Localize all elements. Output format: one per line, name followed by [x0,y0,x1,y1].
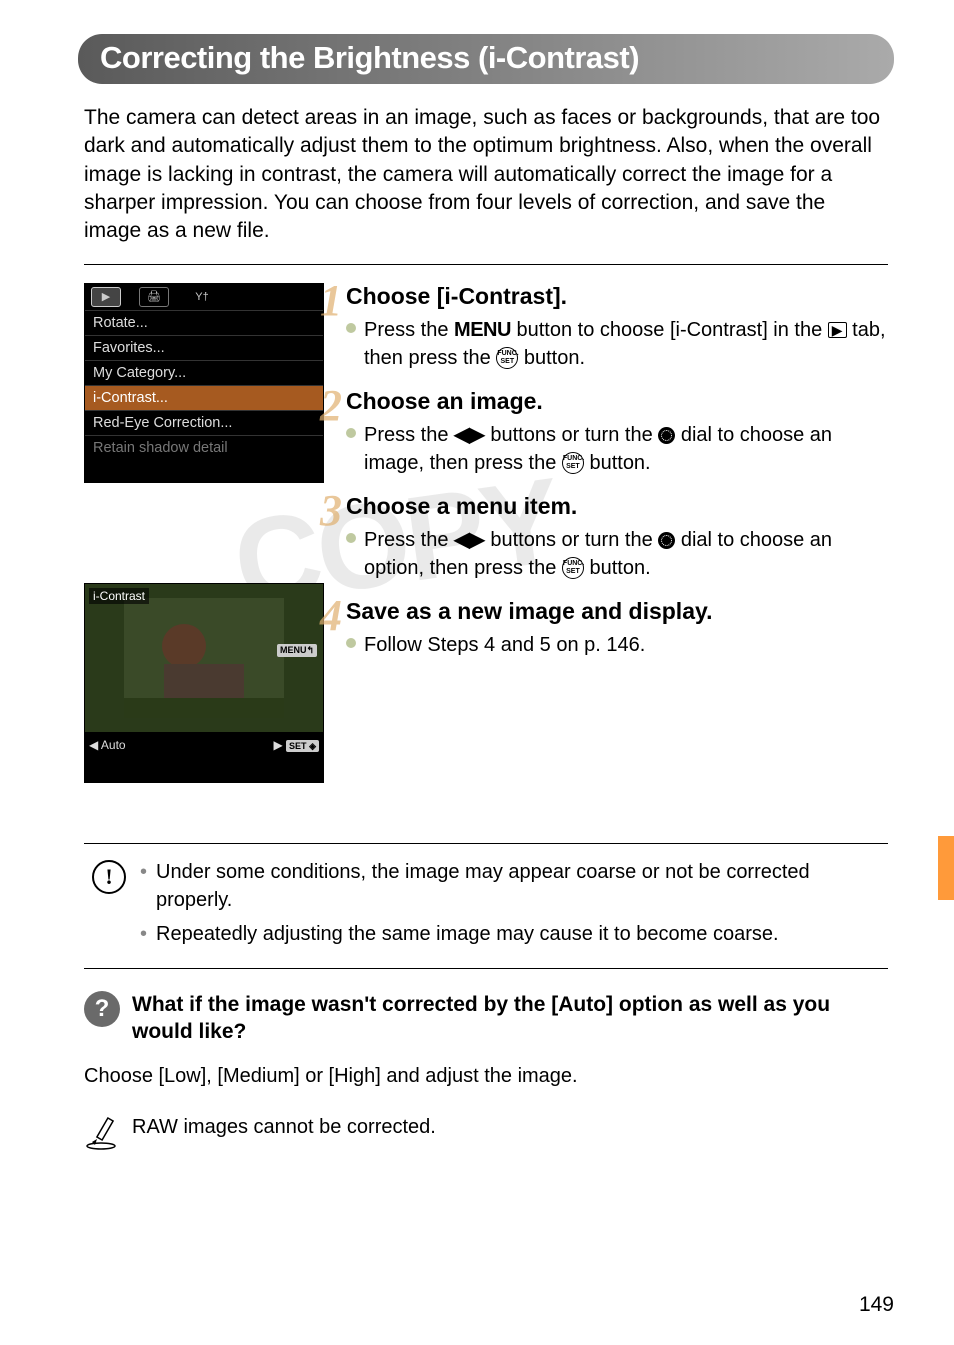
ss1-tab-setup: Y† [187,287,217,307]
control-dial-icon [658,532,675,549]
tip-question: What if the image wasn't corrected by th… [132,991,888,1046]
ss1-tabs: ▶ 🖨 Y† [85,284,323,310]
step-2: 2 Choose an image. Press the ◀▶ buttons … [346,388,894,477]
step-1-number: 1 [320,275,342,326]
ss2-tag: i-Contrast [89,588,149,604]
warning-list: Under some conditions, the image may app… [140,858,880,954]
bullet-icon [346,638,356,648]
step-3-number: 3 [320,485,342,536]
page-title: Correcting the Brightness (i-Contrast) [100,40,872,76]
step-1: 1 Choose [i-Contrast]. Press the MENU bu… [346,283,894,372]
step-3: 3 Choose a menu item. Press the ◀▶ butto… [346,493,894,582]
menu-screenshot-1: ▶ 🖨 Y† Rotate... Favorites... My Categor… [84,283,324,483]
page-number: 149 [859,1293,894,1317]
menu-screenshot-2: i-Contrast MENU↰ ◀ Auto ▶ SET ◈ [84,583,324,783]
step-4-number: 4 [320,590,342,641]
ss1-row-retain: Retain shadow detail [85,435,323,460]
menu-button-label: MENU [454,319,511,341]
warning-item-2: Repeatedly adjusting the same image may … [140,920,880,948]
note-text: RAW images cannot be corrected. [132,1116,436,1139]
ss2-photo-placeholder [124,598,284,718]
step-3-body: Press the ◀▶ buttons or turn the dial to… [346,526,894,582]
step-4-text: Follow Steps 4 and 5 on p. 146. [364,634,645,656]
step-3-text-b: buttons or turn the [490,529,658,551]
ss1-tab-play: ▶ [91,287,121,307]
step-2-body: Press the ◀▶ buttons or turn the dial to… [346,421,894,477]
control-dial-icon [658,427,675,444]
ss1-row-favorites: Favorites... [85,335,323,360]
warning-box: ! Under some conditions, the image may a… [84,843,888,969]
tip-box: ? What if the image wasn't corrected by … [84,991,888,1046]
step-4-body: Follow Steps 4 and 5 on p. 146. [346,631,894,659]
step-2-text-b: buttons or turn the [490,424,658,446]
steps-area: COPY ▶ 🖨 Y† Rotate... Favorites... My Ca… [84,283,894,823]
ss1-row-rotate: Rotate... [85,310,323,335]
bullet-icon [346,533,356,543]
pencil-icon [84,1116,118,1150]
bullet-icon [346,428,356,438]
step-1-text-b: button to choose [i-Contrast] in the [517,319,828,341]
warning-item-1: Under some conditions, the image may app… [140,858,880,914]
step-1-body: Press the MENU button to choose [i-Contr… [346,316,894,372]
ss2-right-arrow: ▶ SET ◈ [273,738,319,752]
note-box: RAW images cannot be corrected. [84,1116,888,1150]
ss1-row-icontrast: i-Contrast... [85,385,323,410]
question-icon: ? [84,991,120,1027]
step-3-text-a: Press the [364,529,454,551]
ss2-bottom-bar: ◀ Auto ▶ SET ◈ [85,732,323,758]
section-side-tab [938,836,954,900]
page-title-bar: Correcting the Brightness (i-Contrast) [78,34,894,84]
func-set-button-icon: FUNC.SET [562,452,584,474]
steps-column: 1 Choose [i-Contrast]. Press the MENU bu… [346,283,894,659]
ss1-row-redeye: Red-Eye Correction... [85,410,323,435]
step-4: 4 Save as a new image and display. Follo… [346,598,894,659]
ss1-tab-print: 🖨 [139,287,169,307]
func-set-button-icon: FUNC.SET [562,557,584,579]
step-3-text-d: button. [589,557,650,579]
left-right-arrows-icon: ◀▶ [454,424,485,446]
step-1-text-a: Press the [364,319,454,341]
step-1-heading: Choose [i-Contrast]. [346,283,894,310]
tip-answer: Choose [Low], [Medium] or [High] and adj… [84,1065,888,1088]
ss1-row-mycategory: My Category... [85,360,323,385]
bullet-icon [346,323,356,333]
step-2-heading: Choose an image. [346,388,894,415]
step-4-heading: Save as a new image and display. [346,598,894,625]
func-set-button-icon: FUNC.SET [496,347,518,369]
step-3-heading: Choose a menu item. [346,493,894,520]
intro-paragraph: The camera can detect areas in an image,… [84,104,888,246]
section-divider [84,264,888,265]
left-right-arrows-icon: ◀▶ [454,529,485,551]
step-1-text-d: button. [524,347,585,369]
ss2-image-area: i-Contrast MENU↰ [85,584,323,732]
playback-tab-icon: ▶ [828,322,847,338]
warning-icon: ! [92,860,126,894]
ss2-menu-badge: MENU↰ [277,644,317,657]
step-2-text-a: Press the [364,424,454,446]
ss2-left-arrow: ◀ Auto [89,738,126,752]
step-2-number: 2 [320,380,342,431]
step-2-text-d: button. [589,452,650,474]
